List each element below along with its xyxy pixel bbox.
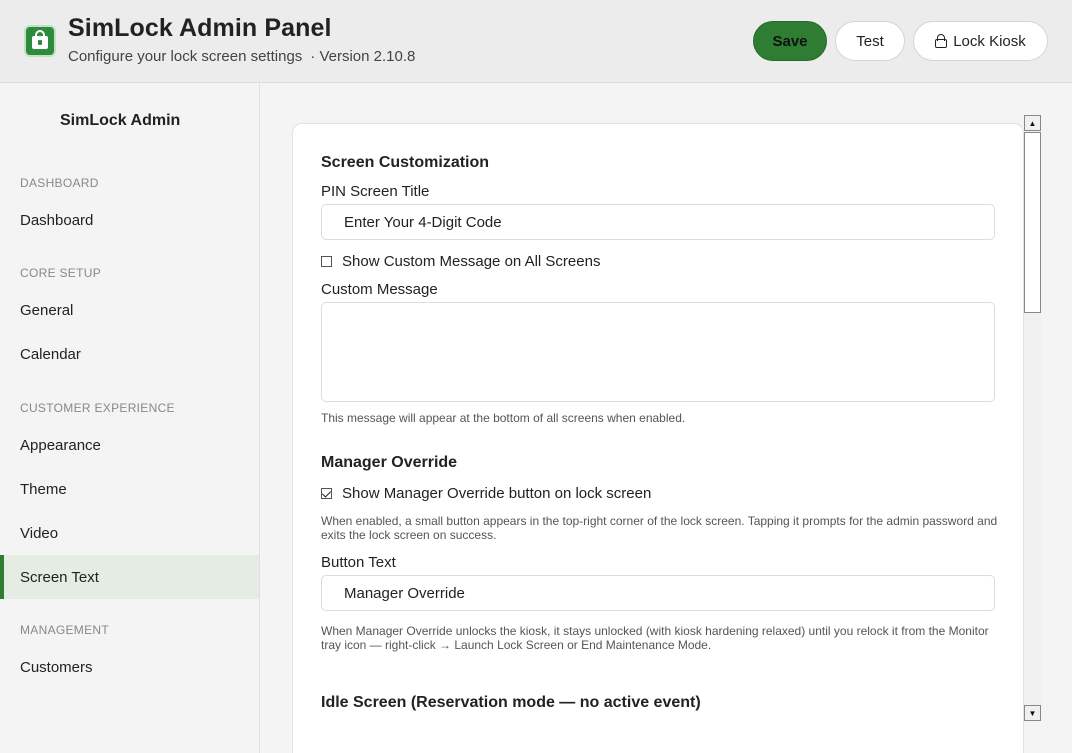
sidebar-item-appearance[interactable]: Appearance — [0, 423, 259, 467]
app-title: SimLock Admin Panel — [68, 14, 332, 42]
section-customer-experience: CUSTOMER EXPERIENCE — [20, 401, 175, 415]
button-text-label: Button Text — [321, 554, 396, 571]
section-core-setup: CORE SETUP — [20, 266, 102, 280]
section-management: MANAGEMENT — [20, 623, 110, 637]
lock-kiosk-button[interactable]: Lock Kiosk — [913, 21, 1048, 61]
show-override-checkbox[interactable] — [321, 488, 332, 499]
sidebar-item-theme[interactable]: Theme — [0, 467, 259, 511]
sidebar-item-customers[interactable]: Customers — [0, 645, 259, 689]
scroll-down-arrow-icon[interactable]: ▼ — [1024, 705, 1041, 721]
lock-kiosk-label: Lock Kiosk — [953, 32, 1026, 50]
test-button[interactable]: Test — [835, 21, 905, 61]
pin-title-label: PIN Screen Title — [321, 183, 430, 200]
sidebar-item-calendar[interactable]: Calendar — [0, 332, 259, 376]
subtitle-text: Configure your lock screen settings — [68, 48, 303, 65]
show-override-row[interactable]: Show Manager Override button on lock scr… — [321, 485, 651, 502]
idle-screen-heading: Idle Screen (Reservation mode — no activ… — [321, 694, 701, 711]
override-help-1: When enabled, a small button appears in … — [321, 514, 998, 542]
sidebar-item-dashboard[interactable]: Dashboard — [0, 198, 259, 242]
screen-customization-heading: Screen Customization — [321, 154, 490, 171]
custom-message-help: This message will appear at the bottom o… — [321, 411, 686, 425]
show-override-label: Show Manager Override button on lock scr… — [342, 485, 652, 502]
main-content: Screen Customization PIN Screen Title En… — [260, 83, 1072, 753]
save-button[interactable]: Save — [753, 21, 827, 61]
sidebar-title: SimLock Admin — [60, 112, 181, 129]
custom-message-label: Custom Message — [321, 281, 438, 298]
app-header: SimLock Admin Panel Configure your lock … — [0, 0, 1072, 83]
manager-override-heading: Manager Override — [321, 454, 458, 471]
show-custom-message-checkbox[interactable] — [321, 256, 332, 267]
sidebar-item-general[interactable]: General — [0, 288, 259, 332]
button-text-input[interactable]: Manager Override — [321, 575, 995, 611]
scrollbar-thumb[interactable] — [1024, 132, 1041, 313]
settings-card: Screen Customization PIN Screen Title En… — [292, 123, 1024, 753]
sidebar-item-video[interactable]: Video — [0, 511, 259, 555]
scroll-up-arrow-icon[interactable]: ▲ — [1024, 115, 1041, 131]
lock-app-logo-icon — [24, 25, 56, 57]
section-dashboard: DASHBOARD — [20, 176, 99, 190]
custom-message-textarea[interactable] — [321, 302, 995, 402]
sidebar: SimLock Admin DASHBOARD Dashboard CORE S… — [0, 83, 260, 753]
app-subtitle: Configure your lock screen settings · Ver… — [68, 48, 415, 65]
sidebar-item-screen-text[interactable]: Screen Text — [0, 555, 259, 599]
pin-title-input[interactable]: Enter Your 4-Digit Code — [321, 204, 995, 240]
show-custom-message-label: Show Custom Message on All Screens — [342, 253, 601, 270]
lock-icon — [935, 34, 948, 48]
version-label: · Version 2.10.8 — [310, 48, 416, 65]
override-help-2: When Manager Override unlocks the kiosk,… — [321, 624, 989, 652]
show-custom-message-row[interactable]: Show Custom Message on All Screens — [321, 253, 600, 270]
